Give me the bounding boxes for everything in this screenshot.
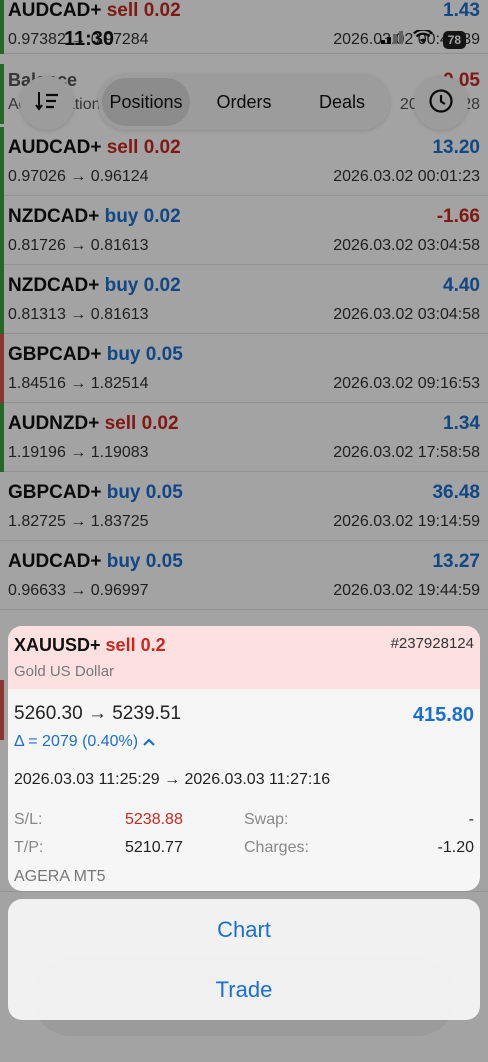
detail-broker: AGERA MT5 [14, 868, 106, 885]
detail-header: XAUUSD+ sell 0.2 #237928124 Gold US Doll… [8, 626, 480, 689]
detail-symbol: XAUUSD+ sell 0.2 [14, 635, 166, 655]
detail-delta[interactable]: Δ = 2079 (0.40%) [14, 733, 155, 751]
detail-profit: 415.80 [412, 704, 474, 726]
action-sheet: Chart Trade [8, 899, 480, 1020]
detail-ticket: #237928124 [390, 635, 474, 652]
screen: AUDCAD+ sell 0.02 1.43 0.97382 → 0.97284… [0, 0, 488, 1062]
swap-value: - [468, 811, 474, 828]
chart-button[interactable]: Chart [8, 900, 480, 960]
tp-label: T/P: [14, 839, 44, 856]
charges-value: -1.20 [437, 839, 474, 856]
position-detail-card: XAUUSD+ sell 0.2 #237928124 Gold US Doll… [8, 626, 480, 891]
swap-label: Swap: [244, 811, 289, 828]
charges-label: Charges: [244, 839, 309, 856]
detail-prices: 5260.30 → 5239.51 [14, 703, 181, 724]
sl-label: S/L: [14, 811, 43, 828]
sl-value: 5238.88 [125, 811, 183, 828]
tp-value: 5210.77 [125, 839, 183, 856]
trade-button[interactable]: Trade [8, 960, 480, 1020]
detail-times: 2026.03.03 11:25:29 → 2026.03.03 11:27:1… [14, 771, 331, 788]
detail-description: Gold US Dollar [14, 663, 115, 680]
chevron-up-icon [142, 733, 155, 750]
